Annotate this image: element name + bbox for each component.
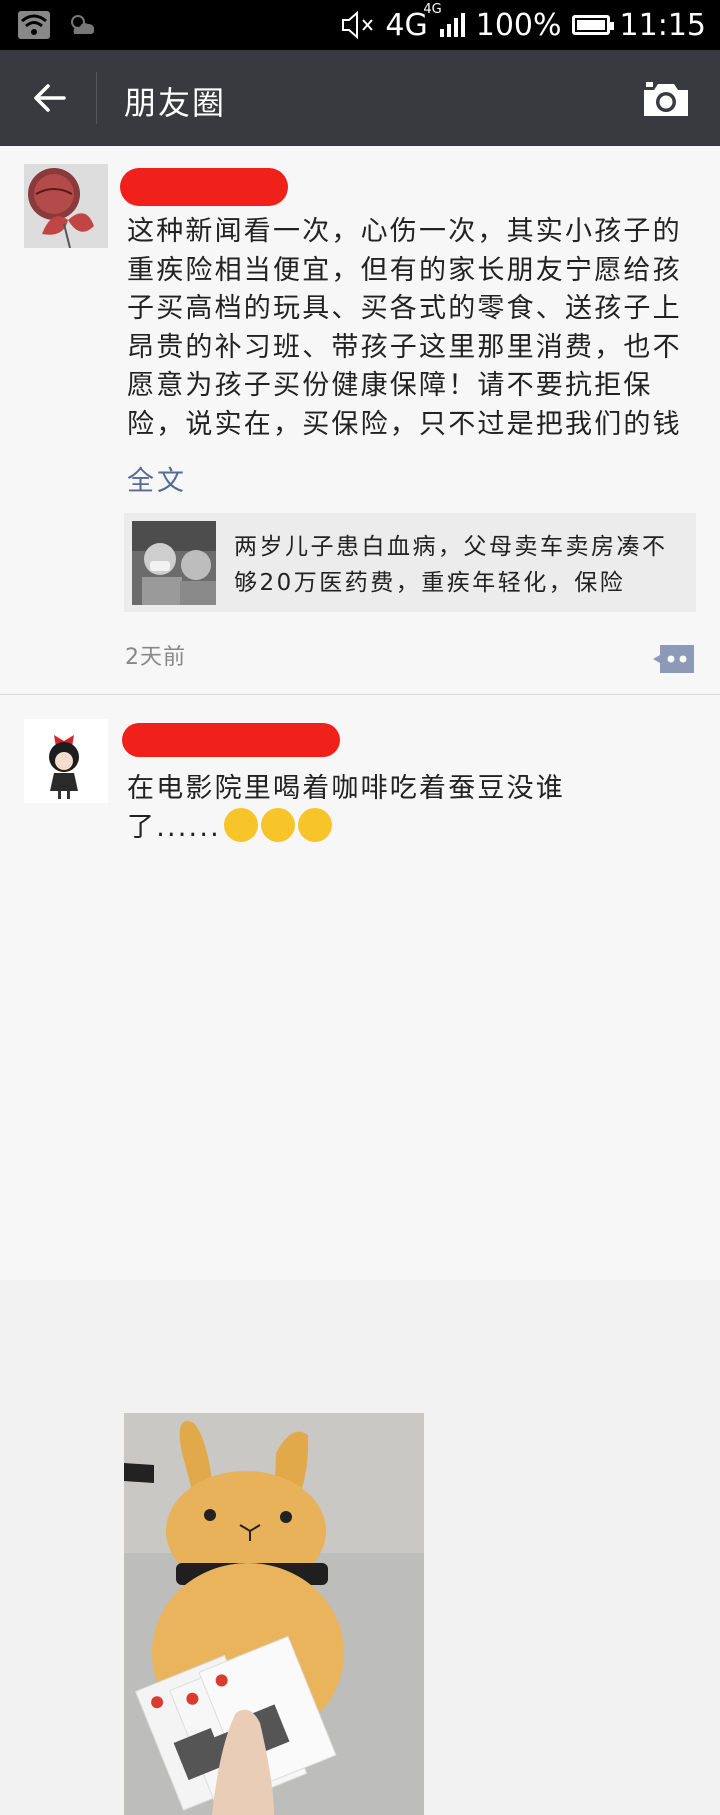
camera-icon[interactable] [642, 80, 690, 118]
photo-image [124, 1413, 424, 1815]
moments-feed: 这种新闻看一次，心伤一次，其实小孩子的重疾险相当便宜，但有的家长朋友宁愿给孩子买… [0, 146, 720, 1815]
network-type: 4G 4G [385, 2, 441, 43]
status-left [18, 10, 98, 40]
full-text-link[interactable]: 全文 [127, 459, 187, 498]
page-title: 朋友圈 [124, 84, 227, 122]
weather-icon [71, 15, 95, 34]
title-bar: 朋友圈 [0, 50, 720, 146]
signal-icon [439, 13, 465, 37]
redacted-username[interactable] [122, 723, 340, 757]
moment-post: 在电影院里喝着咖啡吃着蚕豆没谁了...... [0, 695, 720, 1815]
avatar-image [24, 164, 108, 248]
nav-divider [96, 72, 97, 124]
battery-percent: 100% [475, 7, 562, 43]
laughing-crying-emoji-icon [260, 808, 295, 842]
network-label: 4G [385, 7, 428, 43]
avatar-image [24, 719, 108, 803]
post-text: 这种新闻看一次，心伤一次，其实小孩子的重疾险相当便宜，但有的家长朋友宁愿给孩子买… [127, 216, 682, 440]
back-arrow-icon[interactable] [28, 76, 72, 120]
battery-icon [571, 15, 614, 35]
post-time: 2天前 [125, 645, 186, 670]
battery-fill [576, 20, 605, 30]
avatar[interactable] [24, 164, 108, 248]
status-bar: 4G 4G 100% 11:15 [0, 0, 720, 50]
post-text: 在电影院里喝着咖啡吃着蚕豆没谁了...... [127, 773, 565, 843]
laughing-crying-emoji-icon [223, 808, 258, 842]
status-time: 11:15 [619, 7, 706, 43]
laughing-crying-emoji-icon [297, 808, 332, 842]
article-title: 两岁儿子患白血病，父母卖车卖房凑不够20万医药费，重疾年轻化，保险 [234, 534, 668, 596]
status-right: 4G 4G 100% 11:15 [341, 2, 706, 43]
mute-icon [342, 11, 374, 39]
comment-icon[interactable] [652, 643, 696, 675]
moment-post: 这种新闻看一次，心伤一次，其实小孩子的重疾险相当便宜，但有的家长朋友宁愿给孩子买… [0, 146, 720, 695]
wifi-icon [18, 11, 50, 39]
post-text-block: 在电影院里喝着咖啡吃着蚕豆没谁了...... [127, 770, 597, 847]
article-thumbnail [132, 521, 216, 605]
network-sup: 4G [423, 1, 442, 17]
redacted-username[interactable] [120, 168, 288, 206]
thumbnail-image [132, 521, 216, 605]
shared-article-card[interactable]: 两岁儿子患白血病，父母卖车卖房凑不够20万医药费，重疾年轻化，保险 [124, 513, 696, 612]
post-photo[interactable] [124, 1413, 424, 1815]
avatar[interactable] [24, 719, 108, 803]
